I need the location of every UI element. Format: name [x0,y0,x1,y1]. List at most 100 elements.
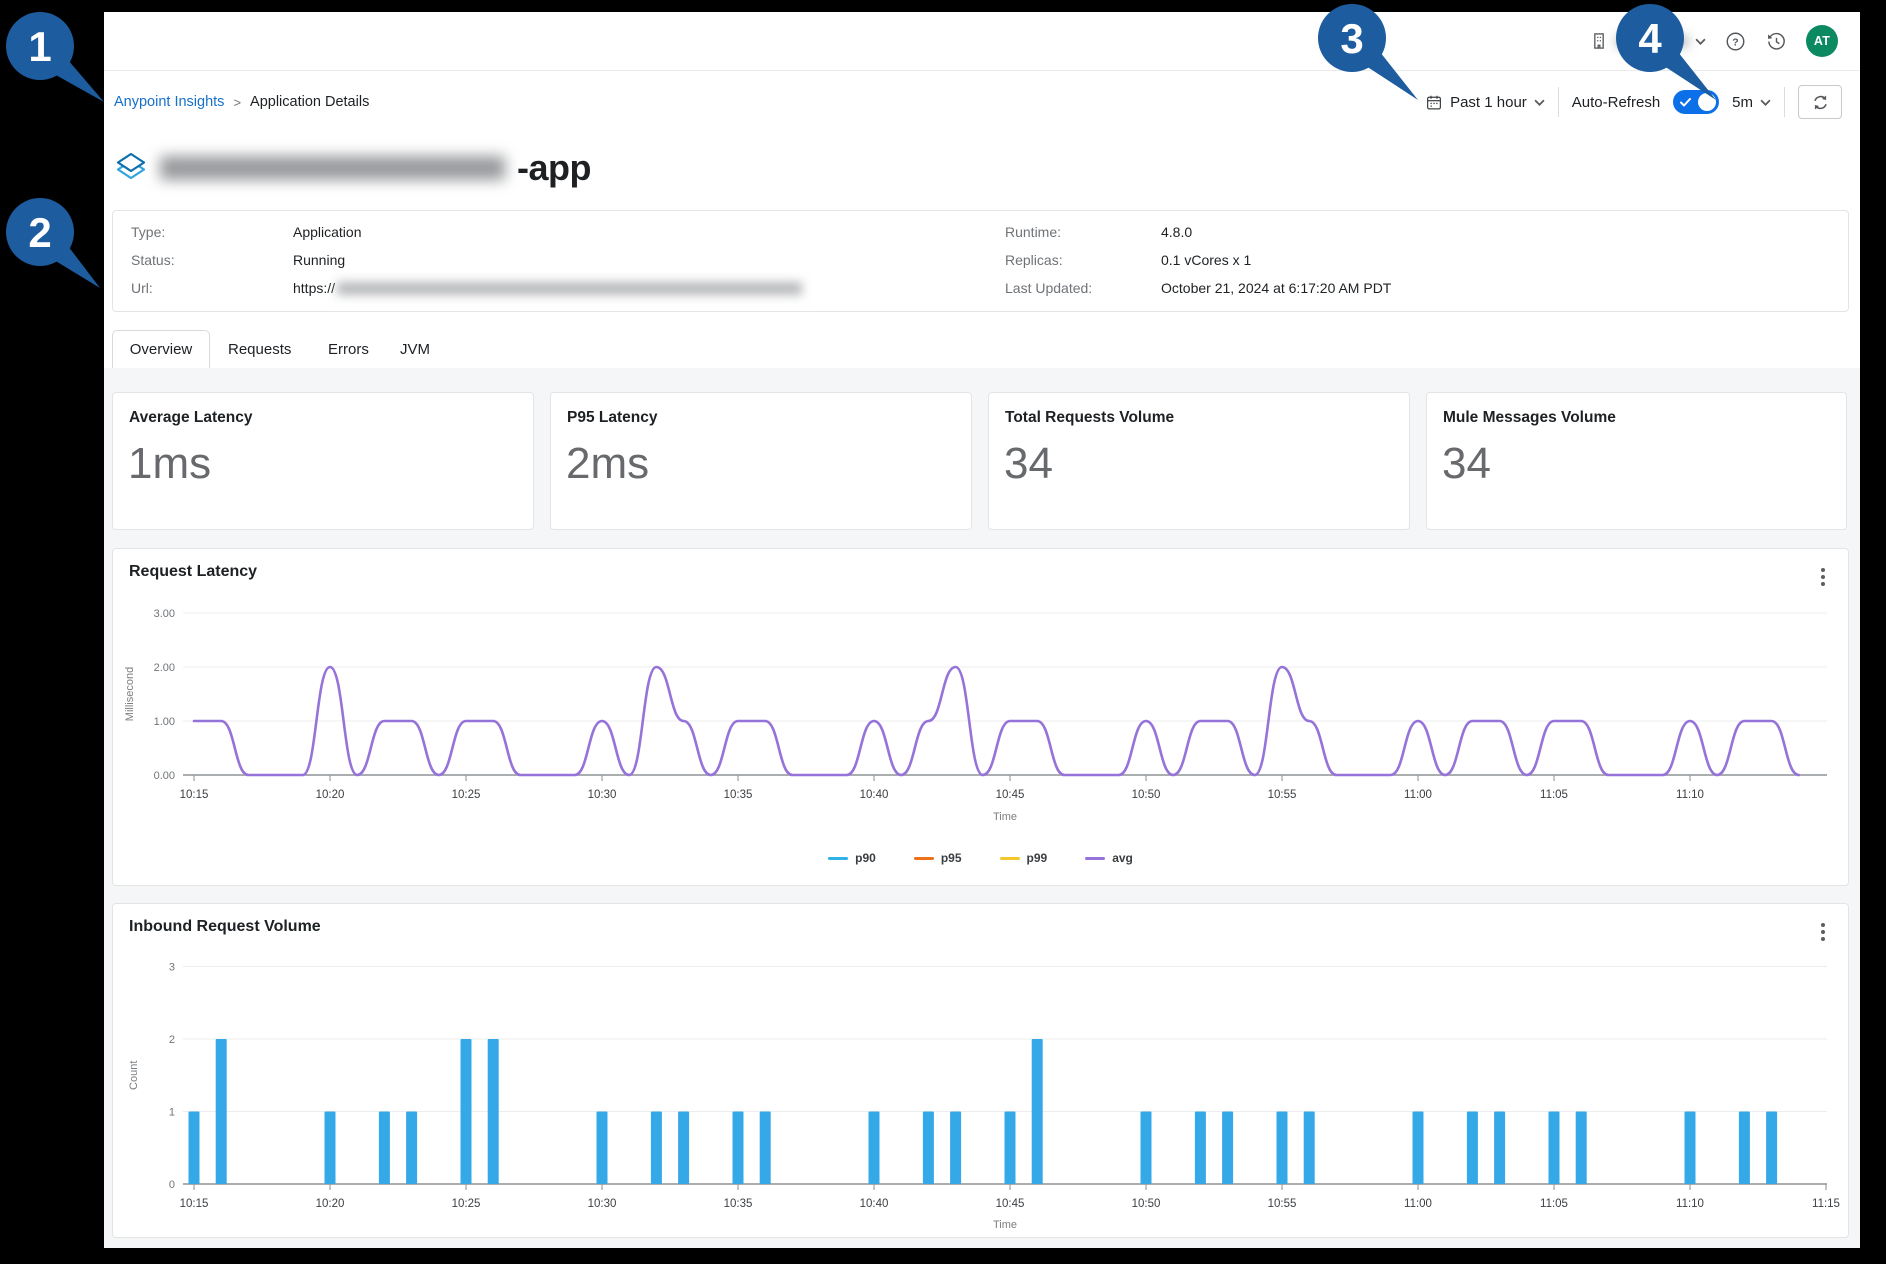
volume-bar [760,1112,771,1185]
volume-bar [1005,1112,1016,1185]
metric-label: Total Requests Volume [1005,409,1174,427]
metric-card-mule-messages-volume: Mule Messages Volume 34 [1426,392,1847,530]
legend-label: p90 [855,851,876,865]
app-name-redacted [160,156,505,180]
app-title-row: -app [114,150,591,186]
volume-bar [1494,1112,1505,1185]
time-range-selector[interactable]: Past 1 hour [1425,93,1545,112]
detail-label: Status: [131,252,293,268]
tab-bar: Overview Requests Errors JVM [104,330,1860,369]
tab-errors[interactable]: Errors [328,330,369,368]
help-icon[interactable]: ? [1724,30,1747,53]
breadcrumb: Anypoint Insights > Application Details [114,88,369,116]
svg-text:11:00: 11:00 [1404,1198,1432,1210]
svg-text:11:10: 11:10 [1676,789,1704,801]
refresh-button[interactable] [1798,85,1842,119]
svg-text:10:45: 10:45 [996,789,1025,801]
screenshot-canvas: ? AT Anypoint Insights > Application Det… [0,0,1886,1264]
annotation-callout-2: 2 [6,198,100,288]
kebab-menu-icon[interactable] [1818,565,1828,589]
toolbar-divider [1784,87,1785,117]
svg-text:2: 2 [28,209,51,256]
volume-bar [1277,1112,1288,1185]
inbound-request-volume-card: Inbound Request Volume 012310:1510:2010:… [112,903,1849,1238]
history-icon[interactable] [1765,30,1788,53]
chart-legend: p90 p95 p99 avg [113,851,1848,865]
volume-bar [1195,1112,1206,1185]
toolbar-divider [1558,87,1559,117]
svg-text:1: 1 [28,23,51,70]
legend-item-p90[interactable]: p90 [828,851,876,865]
org-name-redacted [1615,35,1689,48]
svg-text:Millisecond: Millisecond [124,667,136,721]
chevron-down-icon [1760,99,1771,106]
annotation-callout-1: 1 [6,12,104,102]
building-icon [1589,30,1609,52]
svg-text:10:50: 10:50 [1132,789,1161,801]
legend-item-avg[interactable]: avg [1085,851,1133,865]
volume-bar [923,1112,934,1185]
volume-bar [1739,1112,1750,1185]
svg-text:11:05: 11:05 [1540,1198,1568,1210]
detail-value-url: https:// [293,280,802,296]
svg-text:1.00: 1.00 [154,716,175,728]
legend-swatch [828,857,848,860]
svg-text:11:10: 11:10 [1676,1198,1704,1210]
avatar[interactable]: AT [1806,25,1838,57]
application-icon [114,151,148,185]
volume-bar [651,1112,662,1185]
volume-bar [1413,1112,1424,1185]
auto-refresh-toggle[interactable] [1673,90,1719,114]
metric-card-p95-latency: P95 Latency 2ms [550,392,972,530]
breadcrumb-current: Application Details [250,94,369,110]
volume-bar [1141,1112,1152,1185]
volume-bar [216,1039,227,1184]
tab-overview[interactable]: Overview [112,330,210,368]
chart-title: Inbound Request Volume [129,918,321,936]
legend-item-p95[interactable]: p95 [914,851,962,865]
detail-label: Url: [131,280,293,296]
volume-bar [597,1112,608,1185]
app-details-panel: Type: Application Status: Running Url: h… [112,210,1849,312]
svg-text:3: 3 [169,962,175,974]
chart-title: Request Latency [129,563,257,581]
detail-label: Replicas: [1005,252,1161,268]
volume-bar [1685,1112,1696,1185]
toggle-knob [1698,93,1716,111]
toolbar: Past 1 hour Auto-Refresh 5m [1425,86,1842,118]
detail-value: October 21, 2024 at 6:17:20 AM PDT [1161,280,1391,296]
tab-jvm[interactable]: JVM [400,330,430,368]
tab-requests[interactable]: Requests [228,330,291,368]
auto-refresh-label: Auto-Refresh [1572,94,1660,111]
legend-swatch [914,857,934,860]
svg-text:11:15: 11:15 [1812,1198,1840,1210]
volume-bar [379,1112,390,1185]
volume-bar [733,1112,744,1185]
detail-label: Runtime: [1005,224,1161,240]
breadcrumb-link-anypoint-insights[interactable]: Anypoint Insights [114,94,224,110]
volume-bar [1222,1112,1233,1185]
metric-value: 2ms [566,439,649,489]
metric-card-total-requests-volume: Total Requests Volume 34 [988,392,1410,530]
metric-label: Mule Messages Volume [1443,409,1616,427]
svg-text:10:15: 10:15 [180,1198,209,1210]
inbound-request-volume-chart: 012310:1510:2010:2510:3010:3510:4010:451… [113,904,1850,1239]
svg-text:10:55: 10:55 [1268,789,1297,801]
org-selector[interactable] [1589,30,1706,52]
volume-bar [678,1112,689,1185]
app-window: ? AT Anypoint Insights > Application Det… [104,12,1860,1248]
svg-text:10:25: 10:25 [452,1198,481,1210]
kebab-menu-icon[interactable] [1818,920,1828,944]
refresh-interval-selector[interactable]: 5m [1732,94,1771,111]
legend-item-p99[interactable]: p99 [1000,851,1048,865]
volume-bar [1032,1039,1043,1184]
volume-bar [488,1039,499,1184]
svg-text:10:20: 10:20 [316,789,345,801]
volume-bar [189,1112,200,1185]
chevron-down-icon [1695,38,1706,45]
volume-bar [869,1112,880,1185]
navbar-right-controls: ? AT [1589,12,1838,70]
refresh-icon [1811,93,1830,112]
legend-swatch [1000,857,1020,860]
svg-text:Time: Time [993,811,1017,823]
